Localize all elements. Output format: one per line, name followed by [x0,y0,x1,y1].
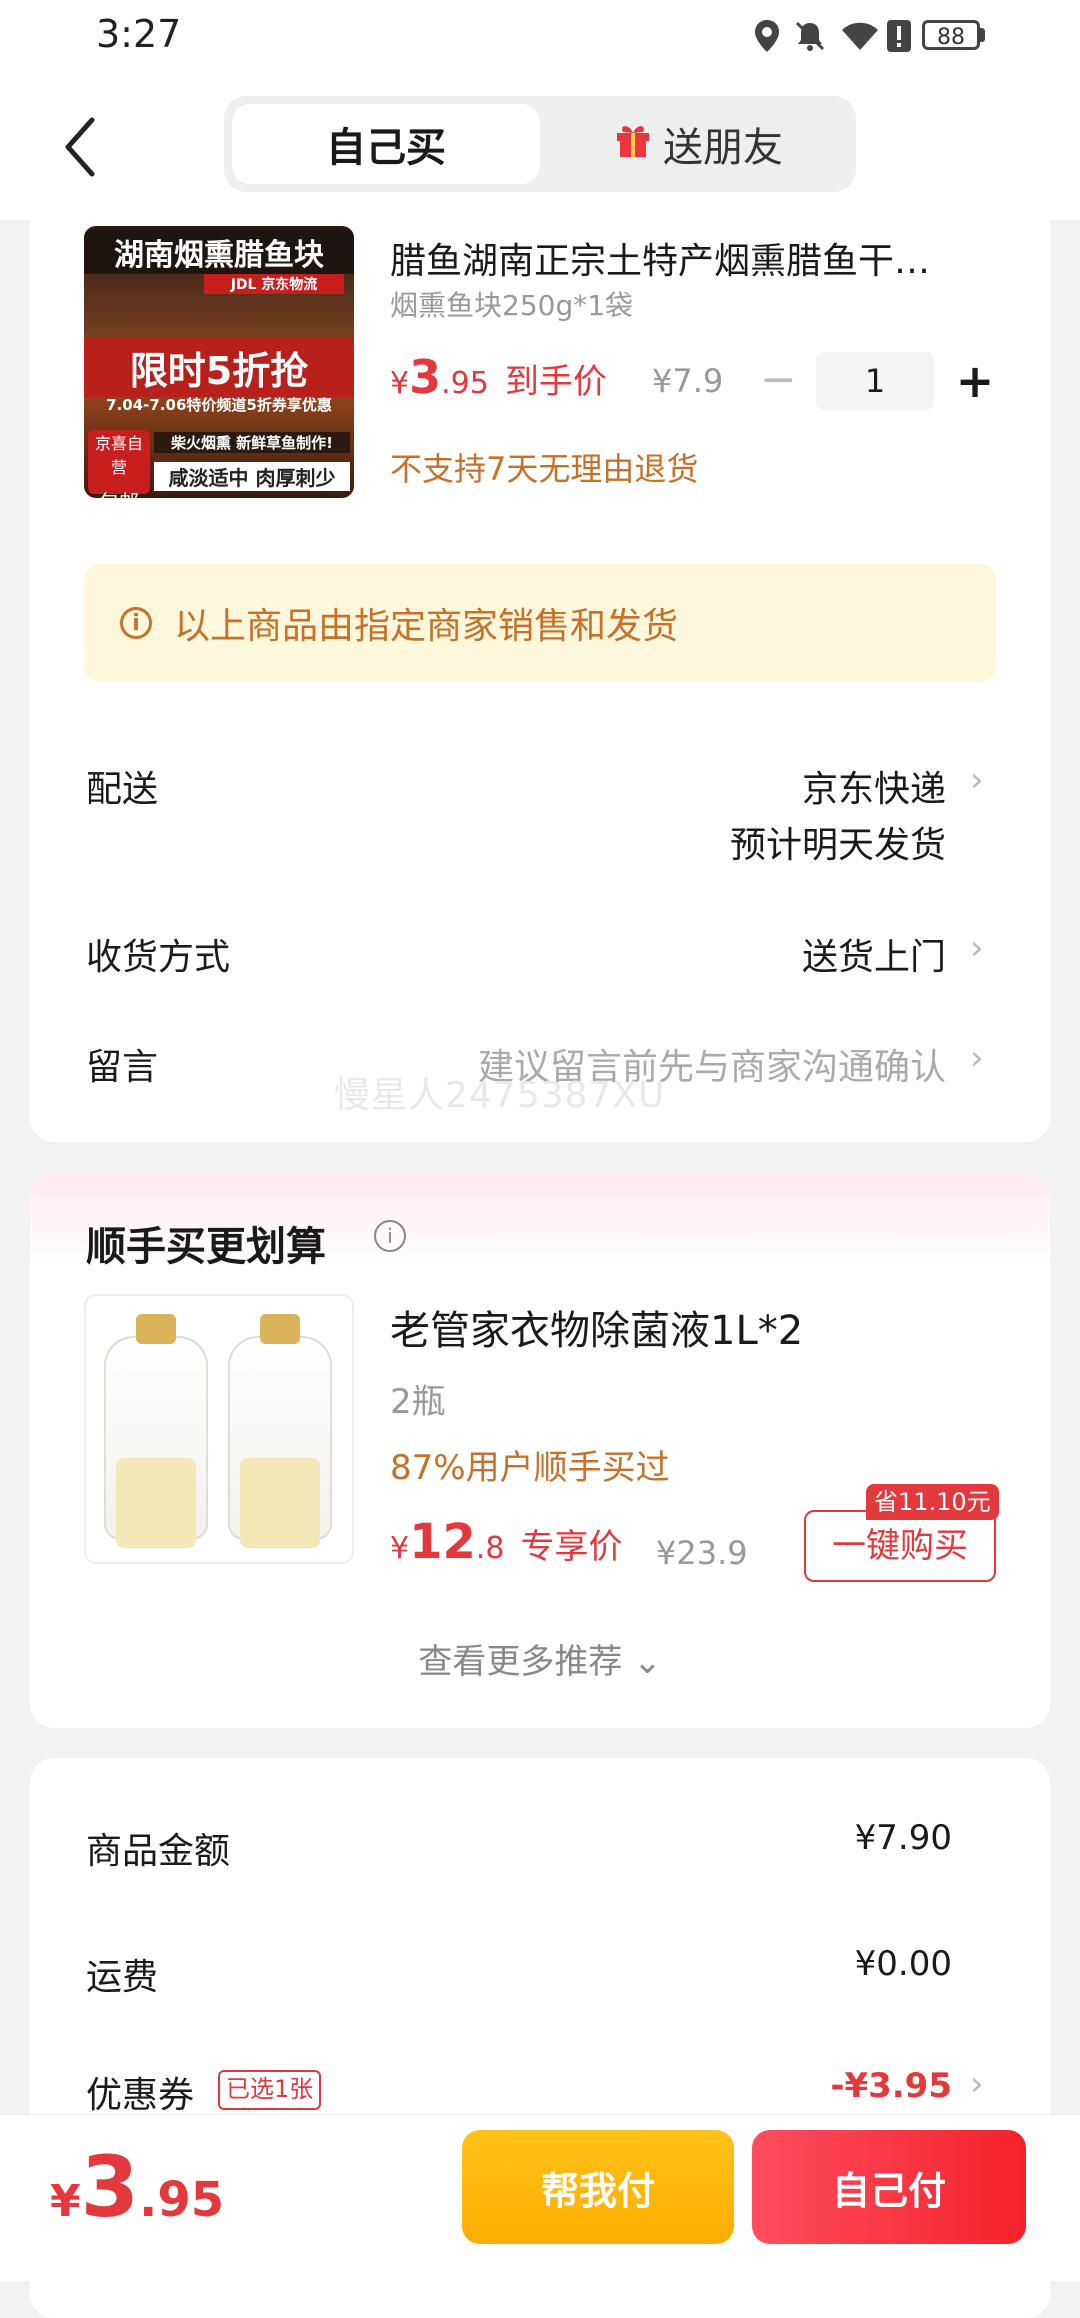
image-headline: 湖南烟熏腊鱼块 [84,230,354,274]
mute-bell-icon [790,16,830,56]
price-int: 3 [409,350,442,404]
alert-icon [884,16,914,56]
rec-price-currency: ¥ [390,1531,410,1566]
more-recommend-link[interactable]: 查看更多推荐 ⌄ [0,1634,1080,1683]
product-price: ¥ 3 .95 到手价 [390,350,607,404]
shipping-value: ¥0.00 [854,1944,952,1984]
help-me-pay-button[interactable]: 帮我付 [462,2130,734,2244]
total-currency: ¥ [50,2176,81,2227]
message-chevron-icon[interactable]: › [970,1038,984,1078]
coupon-value[interactable]: -¥3.95 [652,2066,952,2106]
delivery-eta: 预计明天发货 [729,825,946,866]
original-price: ¥7.9 [652,362,724,400]
image-badge: 京喜自营 包邮 [88,430,150,498]
quantity-input[interactable]: 1 [816,352,934,410]
total-price: ¥ 3 .95 [50,2138,224,2236]
rec-price-int: 12 [409,1514,476,1570]
product-spec: 烟熏鱼块250g*1袋 [390,289,634,322]
notice-text: 以上商品由指定商家销售和发货 [174,606,679,647]
receive-method-value[interactable]: 送货上门 [560,928,946,980]
receive-chevron-icon[interactable]: › [970,928,984,968]
bottle-right [228,1314,332,1548]
tab-buy-self[interactable]: 自己买 [232,104,540,184]
message-label: 留言 [86,1047,159,1088]
total-int: 3 [80,2138,140,2236]
product-image[interactable]: 湖南烟熏腊鱼块 JDL 京东物流 限时5折抢 7.04-7.06特价频道5折券享… [84,226,354,498]
return-policy: 不支持7天无理由退货 [390,450,699,488]
watermark: 慢星人2475387XU [334,1075,666,1116]
recommend-title: 顺手买更划算 [86,1224,326,1270]
goods-amount-label: 商品金额 [86,1831,231,1872]
image-tag2: 咸淡适中 肉厚刺少 [154,462,350,491]
coupon-chevron-icon[interactable]: › [970,2064,984,2104]
image-brand: JDL 京东物流 [204,274,344,294]
receive-method-label: 收货方式 [86,937,231,978]
total-dec: .95 [139,2172,225,2228]
info-icon: i [120,607,152,639]
rec-price-label: 专享价 [520,1527,623,1567]
merchant-notice: i 以上商品由指定商家销售和发货 [84,564,996,682]
back-arrow-icon[interactable] [58,112,108,182]
more-recommend-label: 查看更多推荐 [418,1642,623,1682]
battery-icon: 88 [922,20,980,50]
recommend-price: ¥ 12 .8 专享价 [390,1514,623,1570]
tab-gift-label: 送朋友 [663,125,783,171]
pay-self-button[interactable]: 自己付 [752,2130,1026,2244]
coupon-selected-tag: 已选1张 [218,2070,322,2110]
image-badge-top: 京喜自营 [94,434,143,477]
save-badge: 省11.10元 [866,1484,999,1520]
bottle-left [104,1314,208,1548]
image-tag1: 柴火烟熏 新鲜草鱼制作! [154,432,350,453]
tab-send-friend[interactable]: 送朋友 [548,104,848,184]
recommend-item-title[interactable]: 老管家衣物除菌液1L*2 [390,1298,803,1356]
coupon-label: 优惠券 [86,2075,195,2116]
delivery-carrier[interactable]: 京东快递 [560,760,946,812]
status-time: 3:27 [96,12,182,56]
recommend-info-icon[interactable]: i [374,1220,406,1252]
image-promo-sub: 7.04-7.06特价频道5折券享优惠 [106,396,332,414]
recommend-product-image[interactable] [84,1294,354,1564]
price-currency: ¥ [390,366,410,401]
shipping-label: 运费 [86,1957,159,1998]
delivery-label: 配送 [86,769,159,810]
quantity-plus-button[interactable]: + [954,356,996,406]
product-title[interactable]: 腊鱼湖南正宗土特产烟熏腊鱼干… [390,232,990,284]
gift-icon [613,119,653,169]
goods-amount-value: ¥7.90 [854,1818,952,1858]
image-promo: 限时5折抢 [84,338,354,397]
location-icon [752,16,782,56]
delivery-chevron-icon[interactable]: › [970,760,984,800]
chevron-down-icon: ⌄ [633,1642,662,1682]
price-label: 到手价 [504,362,607,402]
price-dec: .95 [441,366,489,401]
rec-price-dec: .8 [475,1531,505,1566]
recommend-item-pct: 87%用户顺手买过 [390,1448,670,1488]
recommend-original-price: ¥23.9 [656,1534,748,1572]
recommend-item-sub: 2瓶 [390,1382,446,1422]
one-click-buy-button[interactable]: 一键购买 [804,1510,996,1582]
battery-tip [980,28,985,42]
wifi-icon [838,16,882,56]
image-badge-bottom: 包邮 [88,486,150,498]
quantity-minus-button[interactable]: − [760,358,797,402]
